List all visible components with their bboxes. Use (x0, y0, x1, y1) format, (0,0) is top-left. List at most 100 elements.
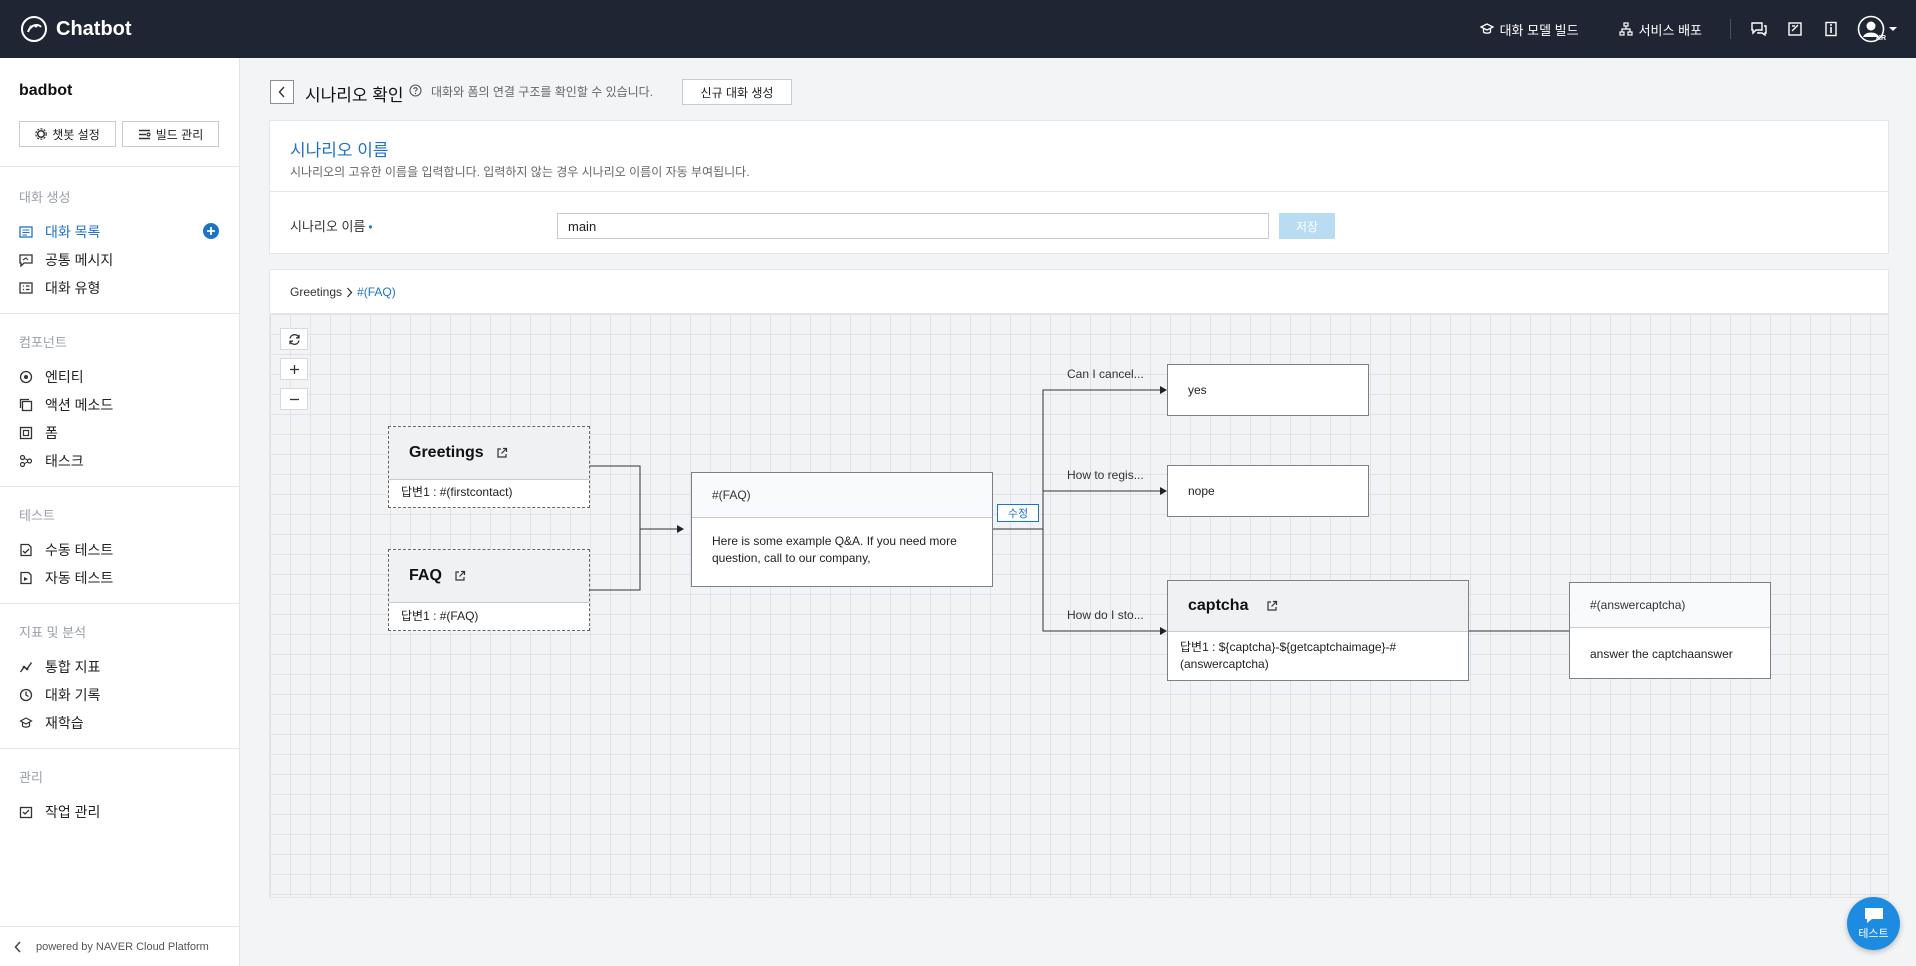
save-button[interactable]: 저장 (1279, 213, 1335, 239)
edge-label-stop: How do I sto... (1067, 608, 1144, 622)
sidebar-divider (0, 313, 240, 314)
test-button-label: 테스트 (1858, 927, 1889, 940)
chatbot-settings-label: 챗봇 설정 (52, 127, 100, 142)
chat-icon[interactable] (1746, 16, 1772, 42)
scenario-name-panel: 시나리오 이름 시나리오의 고유한 이름을 입력합니다. 입력하지 않는 경우 … (269, 120, 1889, 254)
faq-answer: 답변1 : #(FAQ) (401, 609, 479, 623)
help-icon[interactable] (409, 84, 422, 97)
edge-faq-faqmsg (590, 529, 641, 591)
service-deploy-label: 서비스 배포 (1638, 22, 1702, 38)
add-dialog-button[interactable] (203, 223, 219, 239)
section-analytics: 지표 및 분석 (19, 625, 87, 640)
chatbot-settings-button[interactable]: 챗봇 설정 (19, 121, 116, 147)
faq-node[interactable]: FAQ 답변1 : #(FAQ) (388, 549, 590, 631)
sidebar-item-label: 작업 관리 (45, 804, 101, 820)
notes-icon[interactable] (1782, 16, 1808, 42)
sidebar-item-label: 엔티티 (45, 369, 84, 385)
breadcrumb-root[interactable]: Greetings (290, 285, 342, 299)
info-icon[interactable] (1818, 16, 1844, 42)
list-icon (19, 226, 33, 238)
sidebar-item-label: 대화 기록 (45, 687, 101, 703)
auto-test-icon (20, 571, 32, 585)
powered-by-text: powered by NAVER Cloud Platform (36, 940, 209, 953)
retrain-icon (19, 717, 33, 728)
service-deploy-link[interactable]: 서비스 배포 (1618, 20, 1702, 39)
section-test: 테스트 (19, 508, 55, 523)
greetings-answer: 답변1 : #(firstcontact) (401, 485, 513, 499)
sidebar-item-manual-test[interactable]: 수동 테스트 (19, 540, 113, 560)
sidebar-item-retraining[interactable]: 재학습 (19, 713, 84, 733)
scenario-name-input[interactable] (557, 213, 1269, 239)
nope-node[interactable]: nope (1167, 465, 1369, 517)
sidebar-item-dialog-history[interactable]: 대화 기록 (19, 685, 100, 705)
powered-by-footer: powered by NAVER Cloud Platform (0, 926, 240, 966)
captcha-node[interactable]: captcha 답변1 : ${captcha}-${getcaptchaima… (1167, 580, 1469, 681)
sidebar: badbot 챗봇 설정 빌드 관리 대화 생성 대화 목록 공통 메시지 대화… (0, 58, 240, 966)
sidebar-item-action-method[interactable]: 액션 메소드 (19, 395, 113, 415)
faq-message-node[interactable]: #(FAQ) Here is some example Q&A. If you … (691, 472, 993, 587)
task-icon (19, 454, 33, 468)
chatbot-logo-icon (21, 16, 47, 42)
edit-badge-button[interactable]: 수정 (997, 504, 1039, 522)
sidebar-item-common-message[interactable]: 공통 메시지 (19, 250, 113, 270)
scenario-section-title: 시나리오 이름 (290, 141, 389, 160)
list-settings-icon (138, 129, 151, 139)
sidebar-item-label: 액션 메소드 (45, 397, 114, 413)
line-chart-icon (19, 662, 33, 673)
chevron-left-icon[interactable] (14, 940, 22, 953)
app-logo[interactable]: Chatbot (20, 15, 132, 43)
checklist-icon (20, 543, 32, 557)
build-model-label: 대화 모델 빌드 (1499, 22, 1579, 38)
sidebar-item-task[interactable]: 태스크 (19, 451, 84, 471)
graduation-cap-icon (1479, 23, 1494, 34)
scenario-canvas[interactable]: Greetings 답변1 : #(firstcontact) FAQ 답변1 … (269, 313, 1889, 898)
gear-icon (35, 128, 48, 140)
edge-label-cancel: Can I cancel... (1067, 367, 1144, 381)
scenario-name-label: 시나리오 이름 • (290, 216, 373, 235)
edge-label-register: How to regis... (1067, 468, 1144, 482)
greetings-title: Greetings (409, 444, 484, 461)
sidebar-item-entity[interactable]: 엔티티 (19, 367, 84, 387)
new-dialog-button[interactable]: 신규 대화 생성 (682, 79, 792, 105)
section-components: 컴포넌트 (19, 335, 67, 350)
arrow-head (1160, 627, 1167, 635)
sidebar-item-auto-test[interactable]: 자동 테스트 (19, 568, 113, 588)
sidebar-divider (0, 486, 240, 487)
test-chat-button[interactable]: 테스트 (1847, 897, 1900, 950)
edge-greetings-faq (590, 465, 677, 530)
node-header: captcha (1168, 581, 1468, 632)
back-button[interactable] (270, 80, 294, 104)
target-icon (19, 370, 33, 384)
page-description: 대화와 폼의 연결 구조를 확인할 수 있습니다. (431, 85, 654, 99)
sidebar-item-label: 대화 목록 (45, 224, 101, 240)
sidebar-item-label: 대화 유형 (45, 280, 101, 296)
answercaptcha-node[interactable]: #(answercaptcha) answer the captchaanswe… (1569, 582, 1771, 679)
job-icon (19, 806, 33, 819)
app-title: Chatbot (56, 17, 132, 40)
user-avatar[interactable]: KR (1857, 15, 1898, 43)
external-link-icon[interactable] (1266, 600, 1278, 612)
yes-node[interactable]: yes (1167, 364, 1369, 416)
sidebar-item-integrated-metrics[interactable]: 통합 지표 (19, 657, 100, 677)
required-mark: • (368, 220, 373, 234)
sidebar-item-dialog-type[interactable]: 대화 유형 (19, 278, 100, 298)
sidebar-item-label: 공통 메시지 (45, 252, 114, 268)
sidebar-item-job-manage[interactable]: 작업 관리 (19, 802, 100, 822)
answercaptcha-body: answer the captchaanswer (1590, 647, 1733, 661)
external-link-icon[interactable] (496, 447, 508, 459)
external-link-icon[interactable] (454, 570, 466, 582)
faq-title: FAQ (409, 567, 442, 584)
form-icon (19, 426, 33, 440)
arrow-head (1160, 386, 1167, 394)
sidebar-item-label: 수동 테스트 (45, 542, 114, 558)
build-model-link[interactable]: 대화 모델 빌드 (1479, 20, 1579, 39)
sidebar-divider (0, 748, 240, 749)
build-manage-label: 빌드 관리 (155, 127, 204, 142)
sidebar-item-dialog-list[interactable]: 대화 목록 (19, 222, 100, 242)
clock-icon (19, 688, 33, 702)
sidebar-item-form[interactable]: 폼 (19, 423, 58, 443)
breadcrumb: Greetings #(FAQ) (290, 285, 396, 299)
greetings-node[interactable]: Greetings 답변1 : #(firstcontact) (388, 426, 590, 508)
bot-name: badbot (19, 82, 73, 99)
build-manage-button[interactable]: 빌드 관리 (122, 121, 219, 147)
